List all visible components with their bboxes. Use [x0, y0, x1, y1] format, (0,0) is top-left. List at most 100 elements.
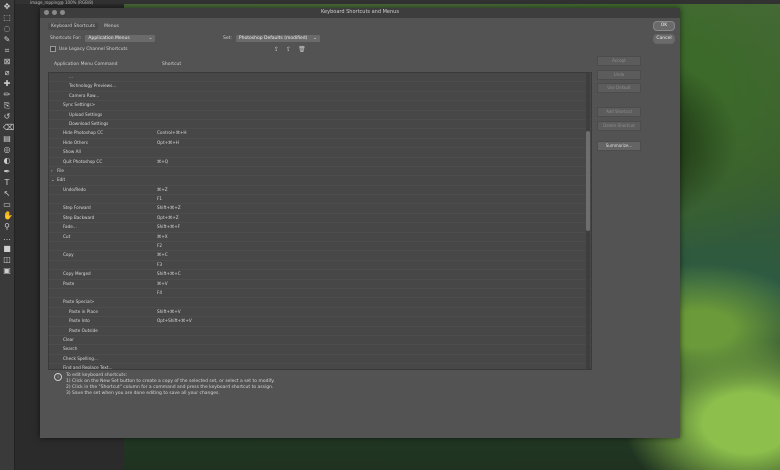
- table-row[interactable]: Copy Merged Shift+⌘+C: [49, 270, 591, 280]
- table-row[interactable]: Paste ⌘+V: [49, 280, 591, 289]
- table-row[interactable]: Show All: [49, 148, 591, 158]
- save-set-icon[interactable]: ⇪: [274, 46, 279, 53]
- table-row[interactable]: Find and Replace Text...: [49, 364, 591, 369]
- frame-tool-icon[interactable]: ⊠: [3, 58, 11, 66]
- table-row[interactable]: › File: [49, 167, 591, 177]
- set-value: Photoshop Defaults (modified): [238, 36, 308, 41]
- table-row[interactable]: Technology Previews...: [49, 82, 591, 92]
- undo-button[interactable]: Undo: [597, 69, 641, 80]
- table-row[interactable]: Fade... Shift+⌘+F: [49, 223, 591, 233]
- summarize-button[interactable]: Summarize...: [597, 140, 641, 151]
- gradient-tool-icon[interactable]: ▤: [3, 135, 11, 143]
- more-tool-icon[interactable]: …: [3, 234, 11, 242]
- table-row[interactable]: Hide Others Opt+⌘+H: [49, 139, 591, 149]
- table-row[interactable]: Hide Photoshop CC Control+⌘+H: [49, 129, 591, 139]
- table-row[interactable]: ⌄ Edit: [49, 176, 591, 186]
- foreground-color-tool-icon[interactable]: ■: [3, 245, 11, 253]
- table-row[interactable]: Paste in Place Shift+⌘+V: [49, 308, 591, 318]
- quick-select-tool-icon[interactable]: ✎: [3, 36, 11, 44]
- table-row[interactable]: Clear: [49, 336, 591, 346]
- cancel-button[interactable]: Cancel: [653, 34, 675, 44]
- command-name: Download Settings: [69, 120, 109, 126]
- quick-mask-tool-icon[interactable]: ◫: [3, 256, 11, 264]
- table-row[interactable]: Copy ⌘+C: [49, 251, 591, 261]
- table-row[interactable]: Search: [49, 345, 591, 355]
- chevron-down-icon[interactable]: ⌄: [51, 176, 55, 184]
- shortcut-value[interactable]: ⌘+C: [157, 251, 168, 259]
- shortcut-value[interactable]: Shift+⌘+C: [157, 270, 181, 278]
- history-brush-tool-icon[interactable]: ↺: [3, 113, 11, 121]
- screen-mode-tool-icon[interactable]: ▣: [3, 267, 11, 275]
- accept-button[interactable]: Accept: [597, 56, 641, 66]
- blur-tool-icon[interactable]: ◎: [3, 146, 11, 154]
- table-row[interactable]: F3: [49, 261, 591, 271]
- shortcut-value[interactable]: ⌘+Q: [157, 158, 168, 166]
- command-name: Sync Settings>: [63, 102, 96, 108]
- shortcut-value[interactable]: ⌘+X: [157, 233, 168, 241]
- shortcut-value[interactable]: Opt+⌘+H: [157, 139, 179, 147]
- lasso-tool-icon[interactable]: ◌: [3, 25, 11, 33]
- use-default-button[interactable]: Use Default: [597, 83, 641, 93]
- set-dropdown[interactable]: Photoshop Defaults (modified) ⌄: [235, 35, 320, 42]
- shortcut-value[interactable]: F1: [157, 195, 162, 203]
- shortcut-value[interactable]: Opt+⌘+Z: [157, 214, 179, 222]
- shortcut-value[interactable]: ⌘+Z: [157, 186, 168, 194]
- hand-tool-icon[interactable]: ✋: [3, 212, 13, 220]
- document-tab[interactable]: image_ropping@ 100% (RGB/8): [30, 0, 93, 5]
- table-row[interactable]: Paste Into Opt+Shift+⌘+V: [49, 317, 591, 327]
- scrollbar-thumb[interactable]: [586, 131, 590, 231]
- shortcut-value[interactable]: F3: [157, 261, 162, 269]
- table-row[interactable]: Cut ⌘+X: [49, 233, 591, 243]
- table-row[interactable]: Paste Outside: [49, 327, 591, 336]
- new-set-icon[interactable]: ⇪: [286, 46, 291, 53]
- move-tool-icon[interactable]: ✥: [3, 3, 11, 11]
- table-row[interactable]: Check Spelling...: [49, 355, 591, 365]
- table-row[interactable]: Camera Raw...: [49, 92, 591, 102]
- crop-tool-icon[interactable]: ⌗: [3, 47, 11, 55]
- eyedropper-tool-icon[interactable]: ⌀: [3, 69, 11, 77]
- table-row[interactable]: Sync Settings>: [49, 101, 591, 111]
- dodge-tool-icon[interactable]: ◐: [3, 157, 11, 165]
- shortcut-value[interactable]: Opt+Shift+⌘+V: [157, 317, 192, 325]
- tab-keyboard-shortcuts[interactable]: Keyboard Shortcuts: [48, 23, 99, 30]
- trash-icon[interactable]: 🗑: [298, 46, 306, 53]
- healing-tool-icon[interactable]: ✚: [3, 80, 11, 88]
- table-row[interactable]: Paste Special>: [49, 298, 591, 308]
- shortcut-value[interactable]: ⌘+V: [157, 280, 168, 288]
- chevron-down-icon: ⌄: [148, 36, 153, 41]
- stamp-tool-icon[interactable]: ⎘: [3, 102, 11, 110]
- legacy-channel-checkbox[interactable]: [50, 46, 56, 52]
- table-row[interactable]: Undo/Redo ⌘+Z: [49, 186, 591, 196]
- table-row[interactable]: Step Forward Shift+⌘+Z: [49, 204, 591, 214]
- tab-menus[interactable]: Menus: [101, 23, 122, 30]
- eraser-tool-icon[interactable]: ⌫: [3, 124, 14, 132]
- table-row[interactable]: F4: [49, 289, 591, 299]
- shortcut-value[interactable]: Shift+⌘+V: [157, 308, 181, 316]
- add-shortcut-button[interactable]: Add Shortcut: [597, 107, 641, 117]
- shortcut-value[interactable]: Shift+⌘+Z: [157, 204, 181, 212]
- table-row[interactable]: F1: [49, 195, 591, 205]
- marquee-tool-icon[interactable]: ⬚: [3, 14, 11, 22]
- pen-tool-icon[interactable]: ✒: [3, 168, 11, 176]
- shortcut-value[interactable]: Control+⌘+H: [157, 129, 187, 137]
- path-select-tool-icon[interactable]: ↖: [3, 190, 11, 198]
- action-buttons: Accept Undo Use Default Add Shortcut Delete …: [597, 56, 641, 154]
- table-row[interactable]: Download Settings: [49, 120, 591, 130]
- delete-shortcut-button[interactable]: Delete Shortcut: [597, 120, 641, 131]
- shortcut-value[interactable]: F2: [157, 242, 162, 250]
- table-row[interactable]: Upload Settings: [49, 111, 591, 120]
- table-row[interactable]: ...: [49, 73, 591, 83]
- shape-tool-icon[interactable]: ▭: [3, 201, 11, 209]
- table-row[interactable]: Step Backward Opt+⌘+Z: [49, 214, 591, 224]
- chevron-right-icon[interactable]: ›: [51, 167, 53, 175]
- brush-tool-icon[interactable]: ✏: [3, 91, 11, 99]
- table-row[interactable]: F2: [49, 242, 591, 252]
- shortcut-value[interactable]: F4: [157, 289, 162, 297]
- ok-button[interactable]: OK: [653, 21, 675, 31]
- table-scrollbar[interactable]: [586, 73, 590, 369]
- shortcuts-for-dropdown[interactable]: Application Menus ⌄: [85, 35, 156, 42]
- shortcut-value[interactable]: Shift+⌘+F: [157, 223, 180, 231]
- table-row[interactable]: Quit Photoshop CC ⌘+Q: [49, 158, 591, 167]
- type-tool-icon[interactable]: T: [3, 179, 11, 187]
- zoom-tool-icon[interactable]: ⚲: [3, 223, 11, 231]
